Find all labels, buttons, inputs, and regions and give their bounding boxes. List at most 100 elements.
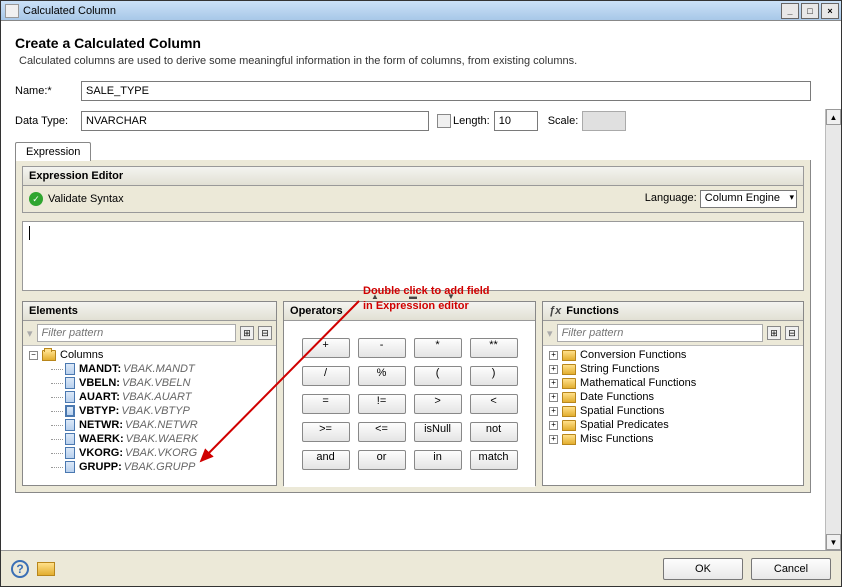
operator-[interactable]: <= — [358, 422, 406, 442]
ok-button[interactable]: OK — [663, 558, 743, 580]
column-icon — [65, 419, 75, 431]
function-folder-label: Spatial Predicates — [580, 419, 669, 431]
column-icon — [65, 363, 75, 375]
scroll-up-icon[interactable]: ▲ — [826, 109, 841, 125]
scroll-down-icon[interactable]: ▼ — [826, 534, 841, 550]
function-folder-mathematical-functions[interactable]: +Mathematical Functions — [543, 376, 803, 390]
operator-[interactable]: = — [302, 394, 350, 414]
operator-not[interactable]: not — [470, 422, 518, 442]
function-folder-label: Conversion Functions — [580, 349, 686, 361]
operator-[interactable]: * — [414, 338, 462, 358]
name-field[interactable] — [81, 81, 811, 101]
column-item-vbtyp[interactable]: VBTYP:VBAK.VBTYP — [23, 404, 276, 418]
expander-plus-icon[interactable]: + — [549, 393, 558, 402]
operator-[interactable]: / — [302, 366, 350, 386]
operator-in[interactable]: in — [414, 450, 462, 470]
column-icon — [65, 447, 75, 459]
function-folder-label: Date Functions — [580, 391, 654, 403]
operator-[interactable]: < — [470, 394, 518, 414]
tab-expression[interactable]: Expression — [15, 142, 91, 161]
scale-field — [582, 111, 626, 131]
function-folder-string-functions[interactable]: +String Functions — [543, 362, 803, 376]
folder-icon — [562, 392, 576, 403]
functions-filter-input[interactable] — [557, 324, 763, 342]
operator-match[interactable]: match — [470, 450, 518, 470]
column-name: WAERK: — [79, 433, 124, 445]
operator-[interactable]: >= — [302, 422, 350, 442]
help-icon[interactable]: ? — [11, 560, 29, 578]
datatype-select[interactable] — [81, 111, 429, 131]
fn-collapse-all-button[interactable]: ⊟ — [785, 326, 799, 340]
resize-handle-bar-icon[interactable]: ▬ — [404, 293, 422, 299]
operator-[interactable]: ) — [470, 366, 518, 386]
operator-and[interactable]: and — [302, 450, 350, 470]
column-item-mandt[interactable]: MANDT:VBAK.MANDT — [23, 362, 276, 376]
function-folder-spatial-functions[interactable]: + Spatial Functions — [543, 404, 803, 418]
operator-[interactable]: ( — [414, 366, 462, 386]
expander-plus-icon[interactable]: + — [549, 407, 558, 416]
operator-[interactable]: != — [358, 394, 406, 414]
column-alias: VBAK.MANDT — [123, 363, 195, 375]
column-name: NETWR: — [79, 419, 123, 431]
function-folder-spatial-predicates[interactable]: + Spatial Predicates — [543, 418, 803, 432]
column-item-auart[interactable]: AUART:VBAK.AUART — [23, 390, 276, 404]
column-item-grupp[interactable]: GRUPP:VBAK.GRUPP — [23, 460, 276, 474]
operator-[interactable]: ** — [470, 338, 518, 358]
resize-handle-up-icon[interactable]: ▲ — [366, 293, 384, 299]
datatype-label: Data Type: — [15, 115, 81, 127]
language-select[interactable]: Column Engine — [700, 190, 797, 208]
expand-all-button[interactable]: ⊞ — [240, 326, 254, 340]
minimize-button[interactable]: _ — [781, 3, 799, 19]
folder-open-icon — [42, 350, 56, 361]
window-title: Calculated Column — [23, 5, 116, 17]
column-item-waerk[interactable]: WAERK:VBAK.WAERK — [23, 432, 276, 446]
operator-[interactable]: > — [414, 394, 462, 414]
elements-filter-input[interactable] — [37, 324, 236, 342]
folder-icon — [562, 378, 576, 389]
length-field[interactable] — [494, 111, 538, 131]
operator-or[interactable]: or — [358, 450, 406, 470]
expression-textarea[interactable] — [22, 221, 804, 291]
column-name: GRUPP: — [79, 461, 122, 473]
functions-tree[interactable]: +Conversion Functions+String Functions+M… — [543, 346, 803, 485]
operator-[interactable]: % — [358, 366, 406, 386]
validate-syntax-link[interactable]: Validate Syntax — [48, 193, 124, 205]
collapse-all-button[interactable]: ⊟ — [258, 326, 272, 340]
column-name: VBTYP: — [79, 405, 119, 417]
elements-tree[interactable]: − Columns MANDT:VBAK.MANDTVBELN:VBAK.VBE… — [23, 346, 276, 485]
column-item-vkorg[interactable]: VKORG:VBAK.VKORG — [23, 446, 276, 460]
operator-[interactable]: + — [302, 338, 350, 358]
function-folder-date-functions[interactable]: + Date Functions — [543, 390, 803, 404]
scrollbar-vertical[interactable]: ▲ ▼ — [825, 109, 841, 550]
column-icon — [65, 405, 75, 417]
column-alias: VBAK.WAERK — [126, 433, 199, 445]
scale-label: Scale: — [548, 115, 579, 127]
expander-plus-icon[interactable]: + — [549, 379, 558, 388]
cancel-button[interactable]: Cancel — [751, 558, 831, 580]
footer-folder-icon[interactable] — [37, 562, 55, 576]
operator-[interactable]: - — [358, 338, 406, 358]
titlebar: Calculated Column _ □ × — [1, 1, 841, 21]
columns-folder[interactable]: Columns — [60, 349, 103, 361]
fn-expand-all-button[interactable]: ⊞ — [767, 326, 781, 340]
expander-plus-icon[interactable]: + — [549, 351, 558, 360]
expander-plus-icon[interactable]: + — [549, 365, 558, 374]
column-alias: VBAK.AUART — [122, 391, 192, 403]
operator-isNull[interactable]: isNull — [414, 422, 462, 442]
length-icon — [437, 114, 451, 128]
column-item-netwr[interactable]: NETWR:VBAK.NETWR — [23, 418, 276, 432]
close-button[interactable]: × — [821, 3, 839, 19]
resize-handle-down-icon[interactable]: ▼ — [442, 293, 460, 299]
language-label: Language: — [645, 192, 697, 204]
function-folder-conversion-functions[interactable]: + Conversion Functions — [543, 348, 803, 362]
fx-icon: ƒx — [549, 305, 561, 317]
column-item-vbeln[interactable]: VBELN:VBAK.VBELN — [23, 376, 276, 390]
expander-minus-icon[interactable]: − — [29, 351, 38, 360]
maximize-button[interactable]: □ — [801, 3, 819, 19]
function-folder-label: Spatial Functions — [580, 405, 664, 417]
function-folder-misc-functions[interactable]: +Misc Functions — [543, 432, 803, 446]
folder-icon — [562, 364, 576, 375]
elements-title: Elements — [29, 305, 78, 317]
expander-plus-icon[interactable]: + — [549, 435, 558, 444]
expander-plus-icon[interactable]: + — [549, 421, 558, 430]
